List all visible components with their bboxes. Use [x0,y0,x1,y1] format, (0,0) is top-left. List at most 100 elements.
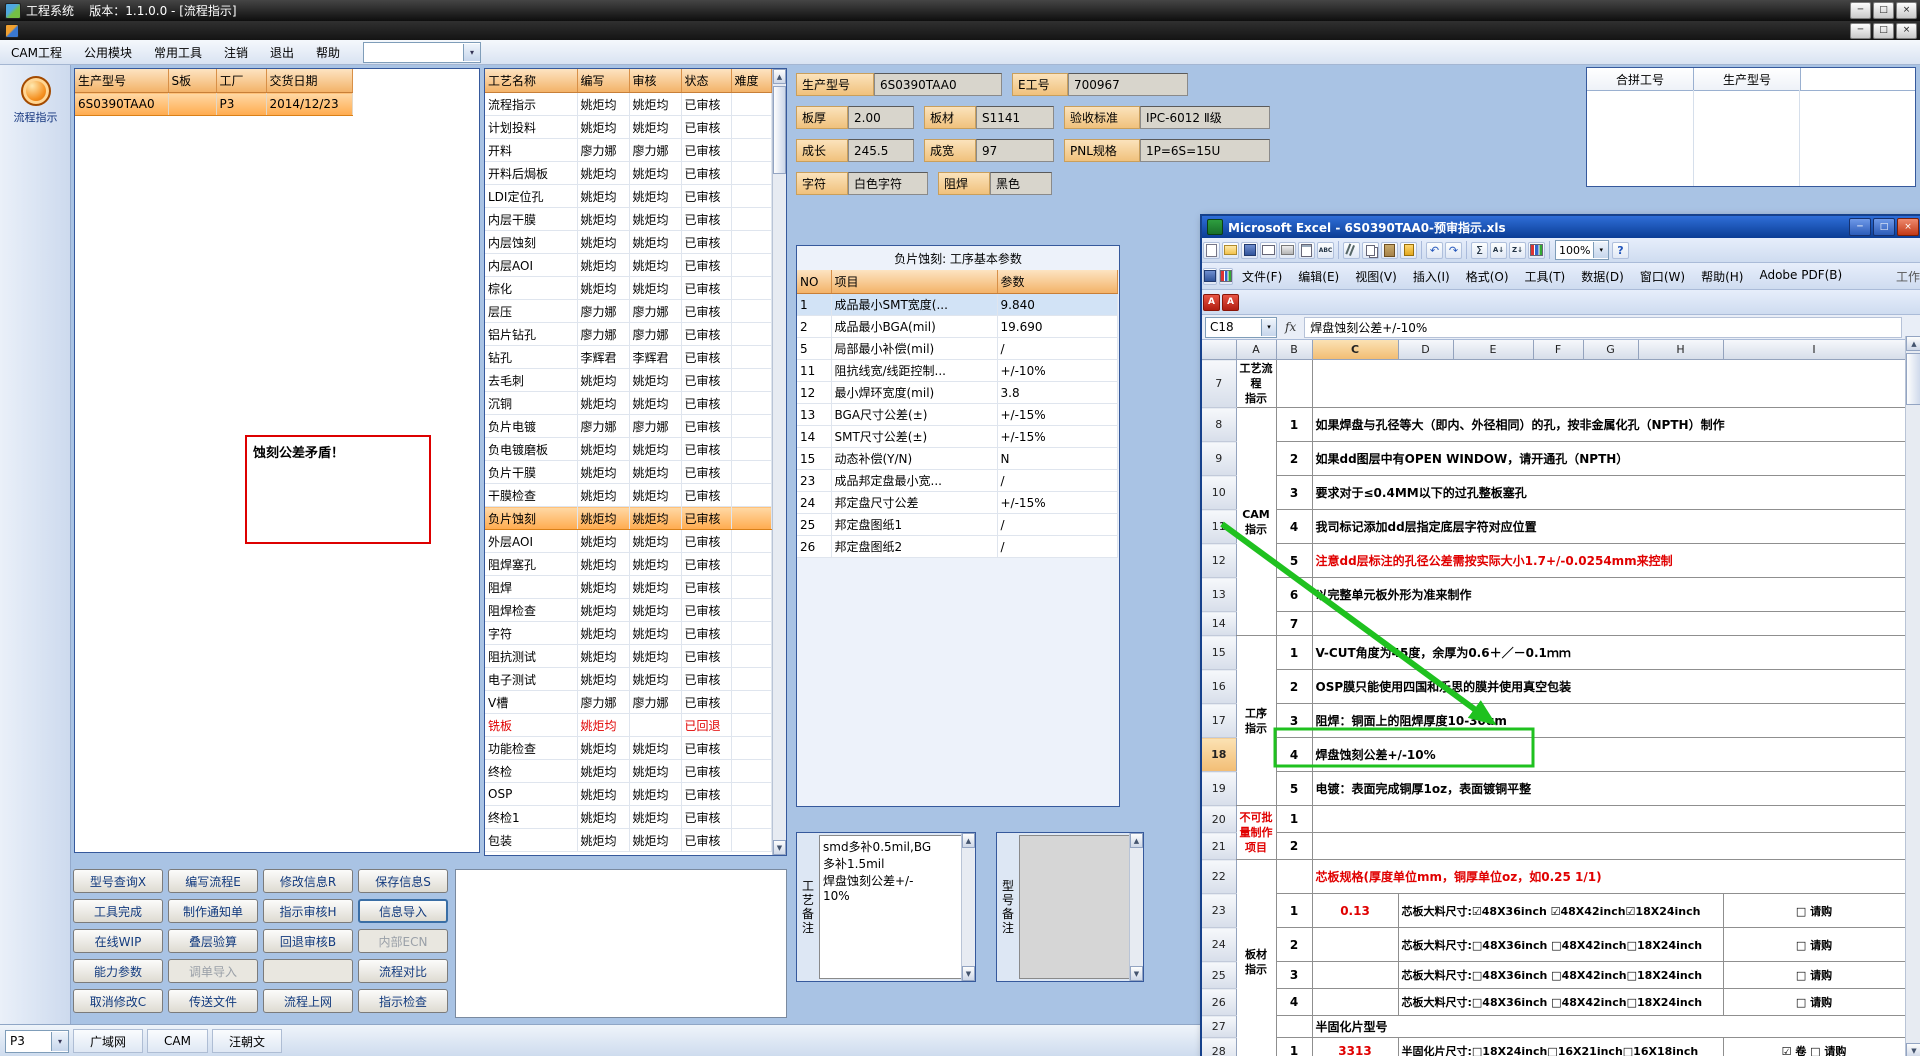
param-row[interactable]: 26 邦定盘图纸2 / [797,535,1118,558]
cell[interactable]: 如果dd图层中有OPEN WINDOW，请开通孔（NPTH） [1312,441,1906,476]
menu-item[interactable]: 公用模块 [73,41,143,64]
column-header[interactable]: 项目 [831,270,998,294]
row-header[interactable]: 17 [1202,703,1237,738]
purchase-checkbox-cell[interactable]: ☑ 卷 □ 请购 [1723,1037,1906,1056]
excel-vertical-scrollbar[interactable]: ▲ ▼ [1905,336,1920,1056]
row-header[interactable]: 24 [1202,927,1237,962]
cell[interactable]: 4 [1276,509,1313,544]
action-button[interactable]: 修改信息R [263,869,353,893]
param-row[interactable]: 1 成品最小SMT宽度(... 9.840 [797,293,1118,316]
board-thickness-value[interactable]: 2.00 [848,106,914,129]
action-button[interactable]: 流程对比 [358,959,448,983]
excel-restore-button[interactable]: □ [1873,218,1895,236]
excel-menu-item[interactable]: 编辑(E) [1290,265,1347,288]
param-row[interactable]: 15 动态补偿(Y/N) N [797,447,1118,470]
row-header[interactable]: 26 [1202,988,1237,1016]
sort-ascending-icon[interactable] [1490,241,1507,259]
cell[interactable]: 5 [1276,543,1313,578]
email-icon[interactable] [1260,241,1277,259]
row-header[interactable]: 22 [1202,859,1237,894]
row-header[interactable]: 25 [1202,961,1237,989]
scroll-down-icon[interactable]: ▼ [1906,1043,1920,1056]
undo-icon[interactable] [1426,241,1443,259]
row-header[interactable]: 20 [1202,805,1237,833]
process-row[interactable]: 负片干膜 姚炬均 姚炬均 已审核 [485,460,772,484]
process-row[interactable]: 开料后焗板 姚炬均 姚炬均 已审核 [485,161,772,185]
model-row[interactable]: 6S0390TAA0 P3 2014/12/23 [75,92,353,116]
menu-item[interactable]: CAM工程 [0,41,73,64]
cell[interactable]: 2 [1276,832,1313,860]
save-icon[interactable] [1241,241,1258,259]
column-header[interactable]: 生产型号 [75,69,169,93]
print-icon[interactable] [1279,241,1296,259]
column-header[interactable]: 生产型号 [1694,68,1801,90]
process-row[interactable]: 电子测试 姚炬均 姚炬均 已审核 [485,667,772,691]
help-icon[interactable] [1612,241,1629,259]
cell[interactable]: 2 [1276,441,1313,476]
column-header[interactable]: B [1276,340,1313,360]
scroll-down-icon[interactable]: ▼ [1130,966,1143,981]
cell[interactable] [1312,359,1906,408]
action-button[interactable]: 编写流程E [168,869,258,893]
process-row[interactable]: 外层AOI 姚炬均 姚炬均 已审核 [485,529,772,553]
scroll-up-icon[interactable]: ▲ [773,69,786,84]
scrollbar-thumb[interactable] [1906,353,1920,405]
column-header[interactable]: S板 [168,69,217,93]
spelling-icon[interactable] [1317,241,1334,259]
cell[interactable] [1312,805,1906,833]
excel-titlebar[interactable]: Microsoft Excel - 6S0390TAA0-预审指示.xls ─ … [1202,216,1920,238]
column-header[interactable]: NO [797,270,832,294]
process-row[interactable]: 负片蚀刻 姚炬均 姚炬均 已审核 [485,506,772,530]
param-row[interactable]: 12 最小焊环宽度(mil) 3.8 [797,381,1118,404]
row-header[interactable]: 23 [1202,893,1237,928]
action-button[interactable]: 能力参数 [73,959,163,983]
pdf-convert-icon[interactable] [1203,293,1220,311]
excel-close-button[interactable]: × [1897,218,1919,236]
row-header[interactable]: 14 [1202,611,1237,636]
excel-menu-item[interactable]: 数据(D) [1573,265,1632,288]
process-row[interactable]: 干膜检查 姚炬均 姚炬均 已审核 [485,483,772,507]
column-header[interactable]: D [1398,340,1454,360]
maximize-button[interactable]: □ [1873,2,1894,19]
process-row[interactable]: 沉铜 姚炬均 姚炬均 已审核 [485,391,772,415]
row-header[interactable]: 12 [1202,543,1237,578]
child-minimize-button[interactable]: ─ [1850,22,1871,39]
process-row[interactable]: 终检 姚炬均 姚炬均 已审核 [485,759,772,783]
cell[interactable]: 阻焊：铜面上的阻焊厚度10-30um [1312,703,1906,738]
process-row[interactable]: 包装 姚炬均 姚炬均 已审核 [485,828,772,852]
column-header[interactable]: F [1533,340,1584,360]
paste-icon[interactable] [1381,241,1398,259]
cell[interactable] [1312,927,1399,962]
cell[interactable]: 4 [1276,737,1313,772]
scroll-down-icon[interactable]: ▼ [962,966,975,981]
row-header[interactable]: 28 [1202,1037,1237,1056]
cell[interactable] [1276,859,1313,894]
process-row[interactable]: 内层干膜 姚炬均 姚炬均 已审核 [485,207,772,231]
formula-input[interactable]: 焊盘蚀刻公差+/-10% [1304,316,1902,338]
row-header[interactable]: 11 [1202,509,1237,544]
excel-menu-item[interactable]: Adobe PDF(B) [1751,265,1850,288]
row-header[interactable]: 16 [1202,669,1237,704]
process-row[interactable]: 阻焊塞孔 姚炬均 姚炬均 已审核 [485,552,772,576]
process-row[interactable]: 棕化 姚炬均 姚炬均 已审核 [485,276,772,300]
column-header[interactable]: E [1453,340,1534,360]
process-row[interactable]: 内层蚀刻 姚炬均 姚炬均 已审核 [485,230,772,254]
process-row[interactable]: 钻孔 李辉君 李辉君 已审核 [485,345,772,369]
process-row[interactable]: V槽 廖力娜 廖力娜 已审核 [485,690,772,714]
cell[interactable] [1276,1015,1313,1038]
cell[interactable]: 5 [1276,771,1313,806]
cell[interactable]: 半固化片型号 [1312,1015,1906,1038]
row-header[interactable]: 15 [1202,635,1237,670]
menu-item[interactable]: 退出 [259,41,305,64]
scroll-up-icon[interactable]: ▲ [1130,833,1143,848]
row-header[interactable]: 27 [1202,1015,1237,1038]
process-row[interactable]: 字符 姚炬均 姚炬均 已审核 [485,621,772,645]
cell[interactable] [1312,832,1906,860]
scrollbar-thumb[interactable] [773,86,786,174]
process-row[interactable]: 负片电镀 廖力娜 廖力娜 已审核 [485,414,772,438]
cell[interactable]: 7 [1276,611,1313,636]
user-status[interactable]: 汪朝文 [211,1029,282,1053]
pdf-email-icon[interactable] [1222,293,1239,311]
new-icon[interactable] [1203,241,1220,259]
param-row[interactable]: 23 成品邦定盘最小宽... / [797,469,1118,492]
